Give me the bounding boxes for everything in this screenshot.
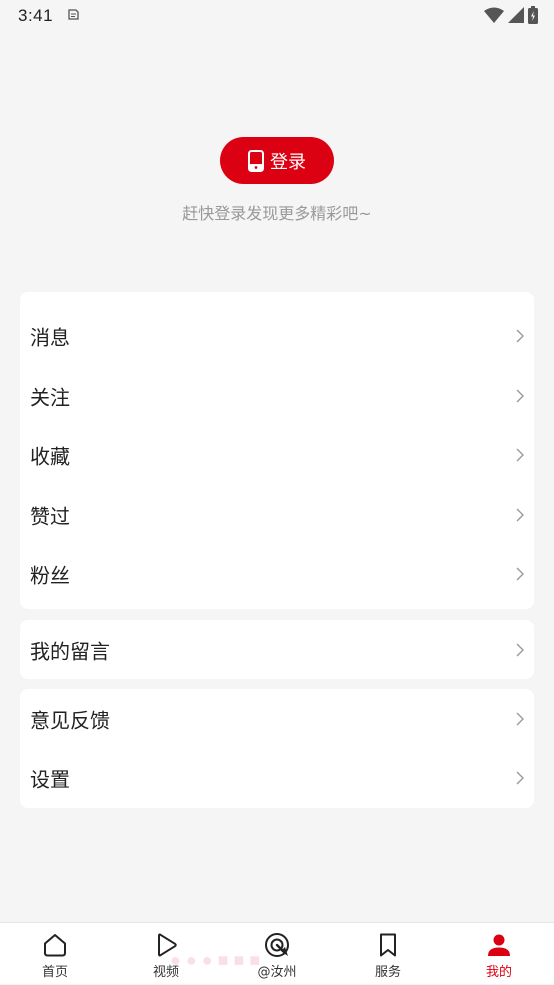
menu-item-liked[interactable]: 赞过 <box>20 485 534 545</box>
nav-label: 视频 <box>152 965 179 980</box>
menu-card-main: 消息 关注 收藏 赞过 粉丝 <box>20 292 534 609</box>
play-icon <box>158 933 177 957</box>
menu-item-messages[interactable]: 消息 <box>20 306 534 366</box>
at-target-icon <box>265 933 289 957</box>
status-bar: 3:41 <box>0 0 554 32</box>
login-button[interactable]: 登录 <box>220 137 334 184</box>
menu-item-label: 消息 <box>30 325 70 350</box>
nav-label: 首页 <box>41 965 68 980</box>
menu-item-following[interactable]: 关注 <box>20 366 534 426</box>
chevron-right-icon <box>516 567 524 581</box>
chevron-right-icon <box>516 389 524 403</box>
menu-item-favorites[interactable]: 收藏 <box>20 425 534 485</box>
menu-item-label: 收藏 <box>30 444 70 469</box>
battery-icon <box>528 6 538 24</box>
bookmark-icon <box>380 933 396 957</box>
login-button-label: 登录 <box>270 151 306 173</box>
user-icon <box>488 934 510 956</box>
chevron-right-icon <box>516 329 524 343</box>
menu-item-settings[interactable]: 设置 <box>20 748 534 808</box>
menu-item-feedback[interactable]: 意见反馈 <box>20 689 534 749</box>
nav-label: 我的 <box>485 965 512 980</box>
menu-card-settings: 意见反馈 设置 <box>20 689 534 808</box>
wifi-icon <box>484 7 504 23</box>
chevron-right-icon <box>516 508 524 522</box>
chevron-right-icon <box>516 643 524 657</box>
menu-item-label: 我的留言 <box>30 639 110 664</box>
menu-item-label: 粉丝 <box>30 563 70 588</box>
home-icon <box>44 934 66 957</box>
chevron-right-icon <box>516 771 524 785</box>
phone-icon <box>248 149 264 172</box>
menu-item-label: 设置 <box>30 767 70 792</box>
menu-item-my-comments[interactable]: 我的留言 <box>20 620 534 680</box>
login-hint: 赶快登录发现更多精彩吧~ <box>182 204 372 223</box>
status-icons <box>484 6 538 24</box>
nav-home[interactable]: 首页 <box>0 923 110 985</box>
nav-service[interactable]: 服务 <box>333 923 443 985</box>
nav-ruzhou[interactable]: @汝州 <box>222 923 332 985</box>
menu-item-label: 赞过 <box>30 504 70 529</box>
nav-label: 服务 <box>374 965 401 980</box>
nav-video[interactable]: 视频 <box>111 923 221 985</box>
menu-item-fans[interactable]: 粉丝 <box>20 544 534 604</box>
nav-label: @汝州 <box>257 965 297 980</box>
menu-card-comments: 我的留言 <box>20 620 534 679</box>
nav-mine[interactable]: 我的 <box>444 923 554 985</box>
bottom-nav: 首页 视频 @汝州 服务 我的 <box>0 922 554 984</box>
chevron-right-icon <box>516 712 524 726</box>
menu-item-label: 关注 <box>30 385 70 410</box>
status-time: 3:41 <box>18 6 54 25</box>
notification-icon <box>68 9 79 20</box>
menu-item-label: 意见反馈 <box>30 708 110 733</box>
cellular-icon <box>508 7 524 23</box>
chevron-right-icon <box>516 448 524 462</box>
